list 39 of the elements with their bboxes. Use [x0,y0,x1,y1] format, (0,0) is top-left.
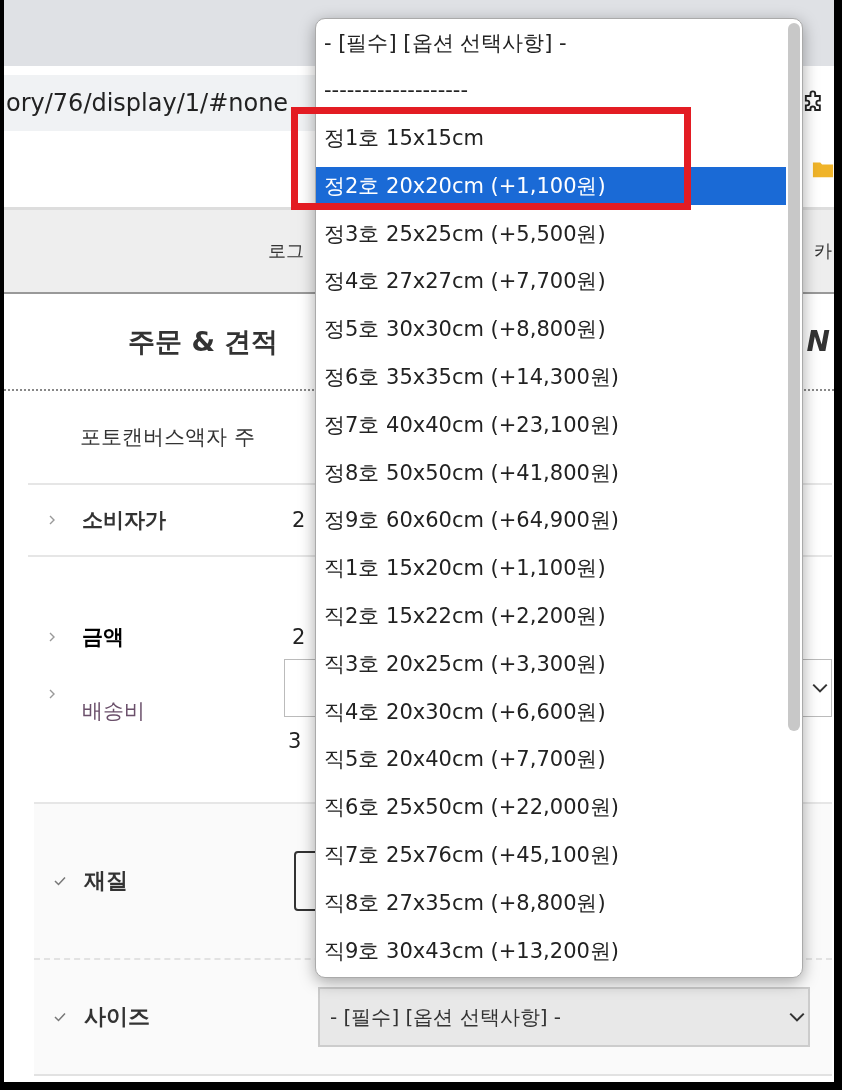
dropdown-option[interactable]: 정4호 27x27cm (+7,700원) [316,263,786,301]
dropdown-option[interactable]: 직8호 27x35cm (+8,800원) [316,884,786,923]
option-select[interactable]: - [필수] [옵션 선택사항] - [318,987,810,1047]
dropdown-option[interactable]: 직6호 25x50cm (+22,000원) [316,788,786,827]
check-icon [54,876,66,886]
dropdown-option[interactable]: 직4호 20x30cm (+6,600원) [316,693,786,732]
price-label: 배송비 [82,698,146,725]
caret-icon [788,1011,806,1023]
nav-link[interactable]: 로그 [268,239,304,263]
dropdown-option[interactable]: 직1호 15x20cm (+1,100원) [316,549,786,588]
chevron-icon [48,689,56,699]
dropdown-option[interactable]: 정5호 30x30cm (+8,800원) [316,310,786,349]
dropdown-option[interactable]: 정3호 25x25cm (+5,500원) [316,215,786,254]
price-label: 금액 [82,624,125,651]
price-label: 소비자가 [82,507,167,534]
check-icon [54,1012,66,1022]
dropdown-option[interactable]: 직5호 20x40cm (+7,700원) [316,740,786,779]
chevron-icon [48,632,56,642]
dropdown-option[interactable]: 정1호 15x15cm [316,119,786,158]
caret-icon [811,682,829,694]
dropdown-option[interactable]: 정9호 60x60cm (+64,900원) [316,501,786,540]
header-text: N [806,325,830,358]
option-label: 재질 [84,867,129,895]
price-value: 2 [292,508,306,532]
dropdown-option[interactable]: 정7호 40x40cm (+23,100원) [316,406,786,445]
dropdown-option[interactable]: - [필수] [옵션 선택사항] - [316,24,786,62]
dropdown-option[interactable]: 직7호 25x76cm (+45,100원) [316,836,786,875]
dropdown-option[interactable]: 직2호 15x22cm (+2,200원) [316,597,786,636]
option-label: 사이즈 [84,1003,151,1031]
dropdown-option[interactable]: 정2호 20x20cm (+1,100원) [316,167,786,206]
page-title: 주문 & 견적 [128,324,279,359]
price-value: 2 [292,625,306,649]
dropdown-option[interactable]: 직9호 30x43cm (+13,200원) [316,932,786,971]
scrollbar-thumb[interactable] [788,23,800,731]
nav-link[interactable]: 카 [814,239,832,263]
chevron-icon [48,515,56,525]
dropdown-option[interactable]: 직3호 20x25cm (+3,300원) [316,645,786,684]
dropdown-option[interactable]: ------------------- [316,71,786,110]
price-value: 3 [288,729,302,753]
